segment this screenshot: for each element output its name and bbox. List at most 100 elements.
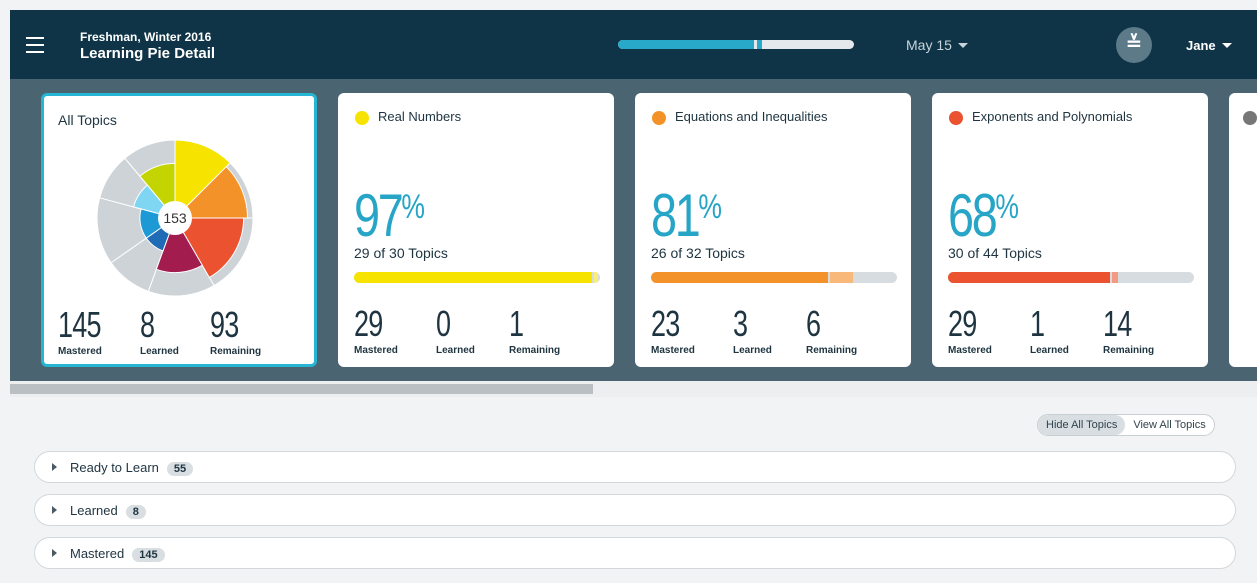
download-icon[interactable]: ≚ [1116,27,1152,63]
section-count-badge: 8 [125,505,146,519]
percent-sign: % [698,188,722,226]
stat-remaining: 6 Remaining [806,303,858,357]
stat-number: 3 [733,303,748,344]
card-stats: 29 Mastered 1 Learned 14 Remaining [948,305,1194,357]
view-all-topics-button[interactable]: View All Topics [1125,415,1213,435]
topic-color-dot [949,111,963,125]
chevron-down-icon [1221,43,1232,48]
percent-sign: % [401,188,425,226]
stat-remaining: 14 Remaining [1103,303,1155,357]
stat-learned: 8 Learned [140,304,179,358]
topic-progress-bar [354,272,600,283]
learned-fill [1112,272,1118,283]
horizontal-scrollbar[interactable] [10,381,1257,397]
stat-label: Learned [1030,345,1069,356]
term-label: Freshman, Winter 2016 [80,30,212,44]
stat-label: Remaining [210,346,262,357]
topics-count: 26 of 32 Topics [651,245,745,261]
date-dropdown[interactable]: May 15 [906,37,968,53]
percent-number: 97 [354,182,404,249]
stat-mastered: 29 Mastered [354,303,398,357]
topics-visibility-toggle: Hide All Topics View All Topics [1037,414,1215,436]
all-topics-card[interactable]: All Topics 153 145 Mastered 8 Learned 93 Re… [41,93,317,367]
top-bar: Freshman, Winter 2016 Learning Pie Detai… [10,10,1257,79]
section-count-badge: 145 [132,548,165,562]
card-title: All Topics [58,112,117,128]
topics-count: 29 of 30 Topics [354,245,448,261]
percent-number: 68 [948,182,998,249]
stat-label: Mastered [354,345,398,356]
percent-value: 97% [354,181,425,250]
percent-value: 68% [948,181,1019,250]
stat-label: Remaining [1103,345,1155,356]
percent-sign: % [995,188,1019,226]
progress-marker [753,40,757,49]
menu-icon[interactable] [26,37,44,53]
stat-label: Learned [436,345,475,356]
topic-color-dot [1243,111,1257,125]
hide-all-topics-button[interactable]: Hide All Topics [1038,415,1126,435]
card-stats: 145 Mastered 8 Learned 93 Remaining [58,306,304,358]
section-label-text: Learned [70,503,118,518]
learned-fill [593,272,598,283]
topic-card-exponents-polynomials[interactable]: Exponents and Polynomials 68% 30 of 44 T… [932,93,1208,367]
stat-label: Learned [733,345,772,356]
section-label-text: Ready to Learn [70,460,159,475]
card-stats: 29 Mastered 0 Learned 1 Remaining [354,305,600,357]
chevron-down-icon [957,43,968,48]
stat-learned: 0 Learned [436,303,475,357]
topics-count: 30 of 44 Topics [948,245,1042,261]
term-progress-bar [618,40,854,49]
stat-label: Remaining [806,345,858,356]
section-count-badge: 55 [166,462,194,476]
learning-pie-chart: 153 [95,138,255,298]
stat-remaining: 93 Remaining [210,306,262,358]
user-name: Jane [1186,38,1216,53]
section-learned[interactable]: Learned 8 [34,494,1236,526]
stat-number: 14 [1103,303,1132,344]
stat-label: Mastered [948,345,992,356]
mastered-fill [651,272,828,283]
expand-triangle-icon [52,549,57,557]
stat-number: 29 [948,303,977,344]
expand-triangle-icon [52,506,57,514]
topic-card-real-numbers[interactable]: Real Numbers 97% 29 of 30 Topics 29 Maste… [338,93,614,367]
section-label-text: Mastered [70,546,125,561]
stat-mastered: 23 Mastered [651,303,695,357]
stat-remaining: 1 Remaining [509,305,561,357]
card-title: Exponents and Polynomials [972,109,1133,124]
progress-fill [618,40,762,49]
stat-label: Learned [140,346,179,357]
card-stats: 23 Mastered 3 Learned 6 Remaining [651,305,897,357]
section-label: Learned 8 [70,503,146,519]
percent-number: 81 [651,182,701,249]
topic-color-dot [652,111,666,125]
topic-progress-bar [651,272,897,283]
stat-number: 145 [58,304,102,345]
section-mastered[interactable]: Mastered 145 [34,537,1236,569]
expand-triangle-icon [52,463,57,471]
chevron-right-icon[interactable]: › [1250,219,1257,245]
card-title: Real Numbers [378,109,462,124]
stat-number: 6 [806,303,821,344]
date-value: May 15 [906,37,952,53]
stat-label: Mastered [651,345,695,356]
mastered-fill [354,272,592,283]
learned-fill [829,272,853,283]
stat-number: 1 [1030,303,1045,344]
topic-color-dot [355,111,369,125]
stat-number: 23 [651,303,680,344]
stat-number: 0 [436,303,451,344]
scrollbar-thumb[interactable] [10,384,593,394]
page-title: Learning Pie Detail [80,45,216,62]
section-label: Ready to Learn 55 [70,460,194,476]
stat-number: 29 [354,303,383,344]
user-menu[interactable]: Jane [1186,38,1232,53]
stat-number: 8 [140,304,155,345]
topic-card-equations-inequalities[interactable]: Equations and Inequalities 81% 26 of 32 … [635,93,911,367]
section-ready-to-learn[interactable]: Ready to Learn 55 [34,451,1236,483]
pie-total: 153 [158,201,192,235]
topic-cards-carousel: All Topics 153 145 Mastered 8 Learned 93 Re… [10,79,1257,381]
topic-progress-bar [948,272,1194,283]
stat-label: Remaining [509,345,561,356]
